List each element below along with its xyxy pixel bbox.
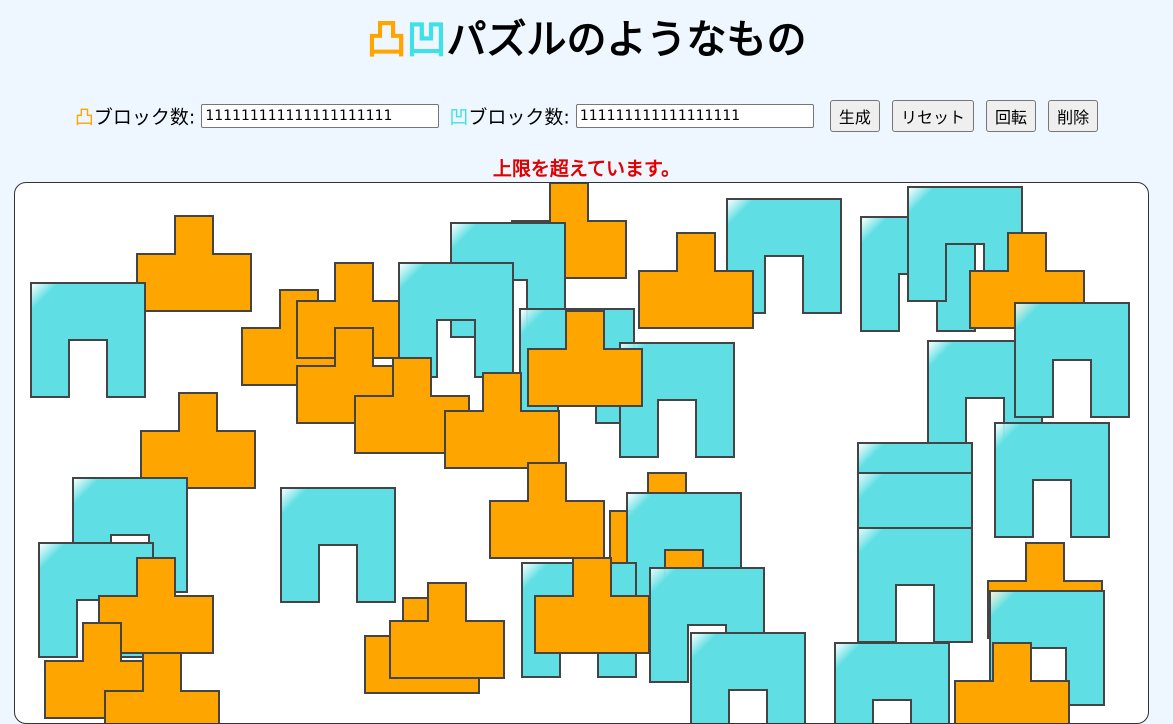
convex-block[interactable]	[136, 215, 252, 312]
concave-block[interactable]	[1014, 302, 1130, 418]
delete-button[interactable]: 削除	[1048, 100, 1099, 132]
generate-button[interactable]: 生成	[829, 100, 880, 132]
board-canvas[interactable]	[15, 183, 1148, 723]
reset-button[interactable]: リセット	[891, 100, 974, 132]
concave-label-glyph: 凹	[449, 106, 469, 129]
concave-count-label: 凹ブロック数:	[449, 107, 569, 129]
title-text: パズルのようなもの	[446, 17, 807, 63]
convex-block[interactable]	[954, 642, 1070, 723]
page-title: 凸凹パズルのようなもの	[0, 14, 1173, 66]
concave-count-input[interactable]	[575, 104, 814, 128]
controls-bar: 凸ブロック数: 凹ブロック数: 生成 リセット 回転 削除	[0, 100, 1173, 132]
concave-block[interactable]	[857, 527, 973, 643]
concave-block[interactable]	[834, 642, 950, 723]
concave-title-glyph: 凹	[406, 17, 447, 63]
concave-block[interactable]	[30, 282, 146, 398]
convex-title-glyph: 凸	[366, 17, 407, 63]
convex-label-glyph: 凸	[74, 106, 94, 129]
convex-label-text: ブロック数:	[93, 106, 196, 129]
concave-block[interactable]	[690, 632, 806, 723]
convex-block[interactable]	[489, 462, 605, 559]
convex-count-label: 凸ブロック数:	[75, 107, 195, 129]
concave-block[interactable]	[994, 422, 1110, 538]
convex-count-input[interactable]	[201, 104, 440, 128]
convex-block[interactable]	[140, 392, 256, 489]
concave-block[interactable]	[280, 487, 396, 603]
puzzle-board[interactable]	[14, 182, 1149, 724]
rotate-button[interactable]: 回転	[986, 100, 1037, 132]
concave-label-text: ブロック数:	[468, 106, 570, 129]
limit-warning: 上限を超えています。	[492, 158, 681, 180]
